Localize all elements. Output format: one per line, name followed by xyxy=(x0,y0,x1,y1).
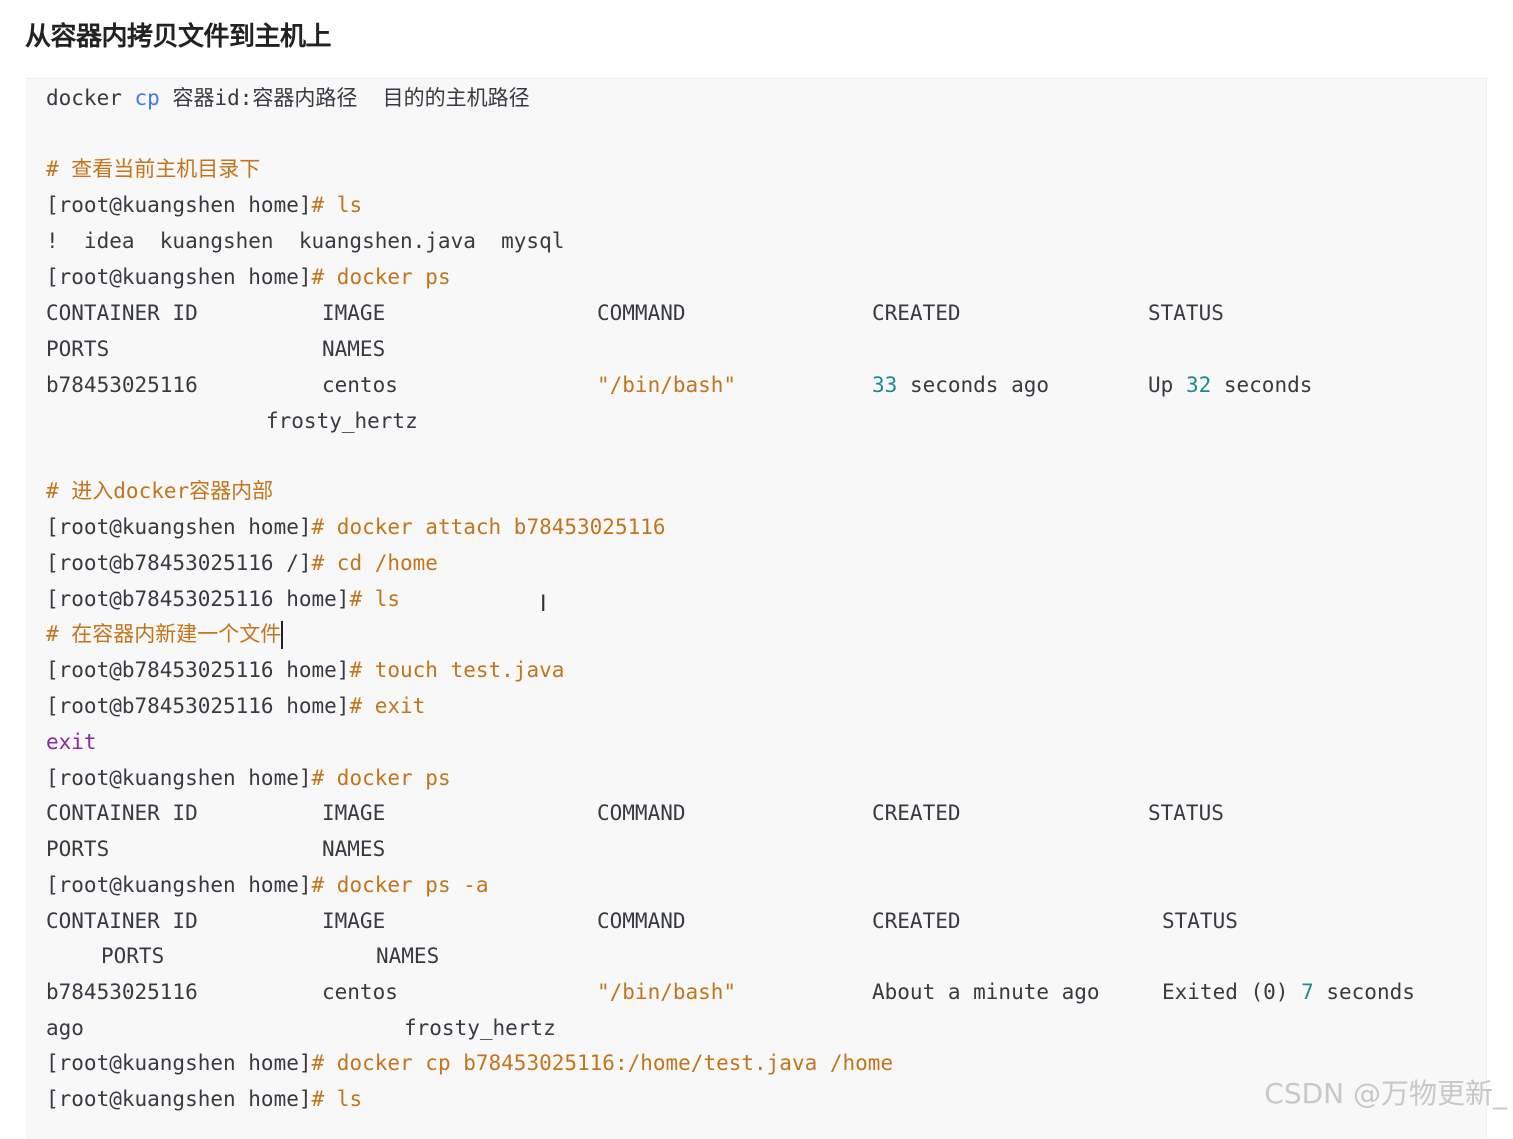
code-line: [root@kuangshen home]# docker ps xyxy=(46,265,451,289)
column-header: PORTS xyxy=(101,944,165,968)
column-header: NAMES xyxy=(322,837,386,861)
code-line: docker cp 容器id:容器内路径 目的的主机路径 xyxy=(46,86,530,110)
column-header: CONTAINER ID xyxy=(46,301,198,325)
watermark: CSDN @万物更新_ xyxy=(1264,1077,1507,1110)
table-cell: Up 32 seconds xyxy=(1148,373,1313,397)
column-header: COMMAND xyxy=(597,301,686,325)
code-line: [root@b78453025116 home]# ls xyxy=(46,587,401,611)
table-cell: frosty_hertz xyxy=(266,409,418,433)
code-line: [root@kuangshen home]# docker cp b784530… xyxy=(46,1051,894,1075)
table-cell: b78453025116 xyxy=(46,373,198,397)
column-header: STATUS xyxy=(1162,909,1238,933)
column-header: IMAGE xyxy=(322,801,386,825)
column-header: IMAGE xyxy=(322,909,386,933)
table-cell: "/bin/bash" xyxy=(597,980,737,1004)
output-line: ! idea kuangshen kuangshen.java mysql xyxy=(46,229,565,253)
text-caret xyxy=(281,621,284,649)
column-header: COMMAND xyxy=(597,801,686,825)
text-cursor-icon: I xyxy=(540,592,547,617)
code-line: [root@kuangshen home]# docker ps -a xyxy=(46,873,489,897)
column-header: IMAGE xyxy=(322,301,386,325)
table-cell: "/bin/bash" xyxy=(597,373,737,397)
column-header: CREATED xyxy=(872,801,961,825)
column-header: STATUS xyxy=(1148,801,1224,825)
comment-line: # 在容器内新建一个文件 xyxy=(46,616,284,652)
table-cell: About a minute ago xyxy=(872,980,1100,1004)
column-header: CONTAINER ID xyxy=(46,801,198,825)
output-line: exit xyxy=(46,730,97,754)
column-header: CREATED xyxy=(872,301,961,325)
code-line: [root@b78453025116 /]# cd /home xyxy=(46,551,438,575)
table-cell: frosty_hertz xyxy=(404,1016,556,1040)
column-header: STATUS xyxy=(1148,301,1224,325)
column-header: PORTS xyxy=(46,337,110,361)
code-line: [root@kuangshen home]# ls xyxy=(46,193,363,217)
code-line: [root@b78453025116 home]# exit xyxy=(46,694,426,718)
comment-line: # 进入docker容器内部 xyxy=(46,479,274,503)
code-line: [root@kuangshen home]# docker attach b78… xyxy=(46,515,666,539)
column-header: NAMES xyxy=(376,944,440,968)
code-line: [root@b78453025116 home]# touch test.jav… xyxy=(46,658,565,682)
column-header: CREATED xyxy=(872,909,961,933)
table-cell: b78453025116 xyxy=(46,980,198,1004)
section-heading: 从容器内拷贝文件到主机上 xyxy=(25,22,332,52)
table-cell: centos xyxy=(322,980,398,1004)
column-header: CONTAINER ID xyxy=(46,909,198,933)
table-cell: 33 seconds ago xyxy=(872,373,1050,397)
table-cell: ago xyxy=(46,1016,84,1040)
column-header: NAMES xyxy=(322,337,386,361)
code-line: [root@kuangshen home]# docker ps xyxy=(46,766,451,790)
code-line: [root@kuangshen home]# ls xyxy=(46,1087,363,1111)
table-cell: centos xyxy=(322,373,398,397)
column-header: COMMAND xyxy=(597,909,686,933)
table-cell: Exited (0) 7 seconds xyxy=(1162,980,1415,1004)
column-header: PORTS xyxy=(46,837,110,861)
comment-line: # 查看当前主机目录下 xyxy=(46,157,261,181)
code-block: docker cp 容器id:容器内路径 目的的主机路径 # 查看当前主机目录下… xyxy=(26,78,1487,1139)
